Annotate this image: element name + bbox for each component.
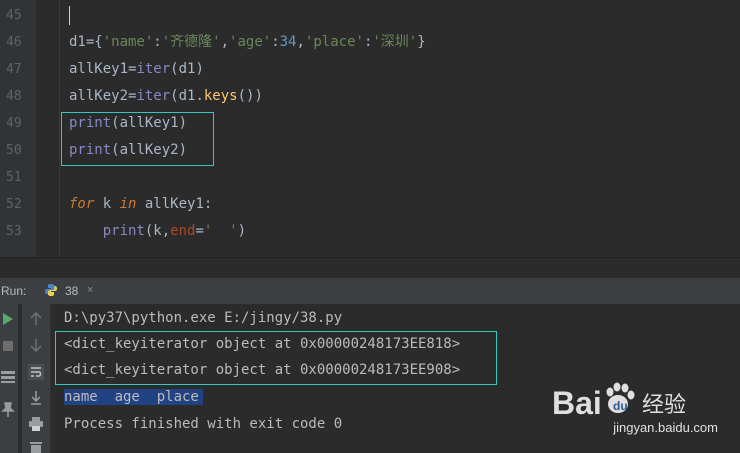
console-exit-line: Process finished with exit code 0	[64, 416, 343, 432]
code-token: for	[69, 196, 95, 212]
line-number: 48	[6, 89, 22, 104]
code-line-47[interactable]: allKey1=iter(d1)	[69, 56, 204, 83]
soft-wrap-icon[interactable]	[28, 364, 44, 380]
code-token: ,	[220, 34, 230, 50]
run-toolbar: Run: 38 ×	[0, 278, 740, 304]
line-number: 49	[6, 116, 22, 131]
code-token: iter	[136, 88, 171, 104]
code-line-53[interactable]: print(k,end=' ')	[69, 218, 246, 245]
code-token: =	[195, 223, 204, 239]
code-token: ())	[237, 88, 263, 104]
console-output-line-selected: name age place	[64, 384, 203, 410]
code-token: 'name'	[102, 34, 154, 50]
line-number: 53	[6, 224, 22, 239]
line-number: 51	[6, 170, 22, 185]
code-line-46[interactable]: d1={'name':'齐德隆','age':34,'place':'深圳'}	[69, 29, 426, 56]
arrow-up-icon[interactable]	[29, 312, 43, 326]
code-token: d1={	[69, 34, 103, 50]
code-token: iter	[136, 61, 171, 77]
console-command-line: D:\py37\python.exe E:/jingy/38.py	[64, 310, 343, 326]
code-token: :	[153, 34, 162, 50]
code-token: print	[102, 223, 145, 239]
code-line-52[interactable]: for k in allKey1:	[69, 191, 212, 218]
code-line-48[interactable]: allKey2=iter(d1.keys())	[69, 83, 263, 110]
panel-divider	[0, 257, 740, 258]
line-number: 46	[6, 35, 22, 50]
svg-text:du: du	[613, 399, 628, 413]
line-number: 50	[6, 143, 22, 158]
gutter-separator	[59, 0, 60, 257]
highlight-box-output	[55, 331, 497, 385]
code-token: k	[94, 196, 120, 212]
code-token: 'place'	[304, 34, 364, 50]
print-icon[interactable]	[28, 416, 44, 432]
text-caret	[69, 6, 70, 25]
code-token: allKey1:	[136, 196, 213, 212]
code-token: }	[417, 34, 426, 50]
run-label: Run:	[1, 284, 27, 298]
svg-text:经验: 经验	[642, 393, 686, 418]
code-token: allKey2=	[69, 88, 137, 104]
highlight-box-print-lines	[61, 112, 214, 166]
console-tool-strip	[22, 304, 51, 453]
code-token: ,	[296, 34, 305, 50]
code-token: 'age'	[229, 34, 272, 50]
arrow-down-icon[interactable]	[29, 338, 43, 352]
code-token: allKey1=	[69, 61, 137, 77]
code-token: (k,	[144, 223, 171, 239]
code-token: end	[170, 223, 196, 239]
line-number: 52	[6, 197, 22, 212]
layout-icon[interactable]	[0, 370, 16, 384]
close-icon[interactable]: ×	[87, 284, 93, 296]
watermark-url: jingyan.baidu.com	[613, 420, 718, 435]
selected-output-text: name age place	[64, 389, 203, 405]
scroll-to-end-icon[interactable]	[28, 390, 44, 406]
code-token: '齐德隆'	[161, 34, 221, 50]
code-token: keys	[203, 88, 238, 104]
run-tab-38[interactable]: 38	[65, 284, 78, 298]
python-icon	[45, 284, 57, 296]
trash-icon[interactable]	[28, 440, 44, 453]
code-token: ' '	[203, 223, 238, 239]
code-token: '深圳'	[372, 34, 418, 50]
code-token: (d1.	[170, 88, 204, 104]
pin-icon[interactable]	[1, 402, 15, 418]
code-token: in	[119, 196, 137, 212]
code-editor[interactable]: 45 46 47 48 49 50 51 52 53 d1={'name':'齐…	[0, 0, 740, 257]
run-play-icon[interactable]	[2, 312, 14, 326]
code-token: 34	[279, 34, 297, 50]
run-action-strip	[0, 304, 18, 453]
svg-text:Bai: Bai	[552, 385, 602, 421]
code-token: )	[237, 223, 247, 239]
line-number: 45	[6, 8, 22, 23]
line-number: 47	[6, 62, 22, 77]
stop-icon[interactable]	[2, 340, 14, 352]
code-token: (d1)	[170, 61, 204, 77]
code-token: :	[271, 34, 280, 50]
